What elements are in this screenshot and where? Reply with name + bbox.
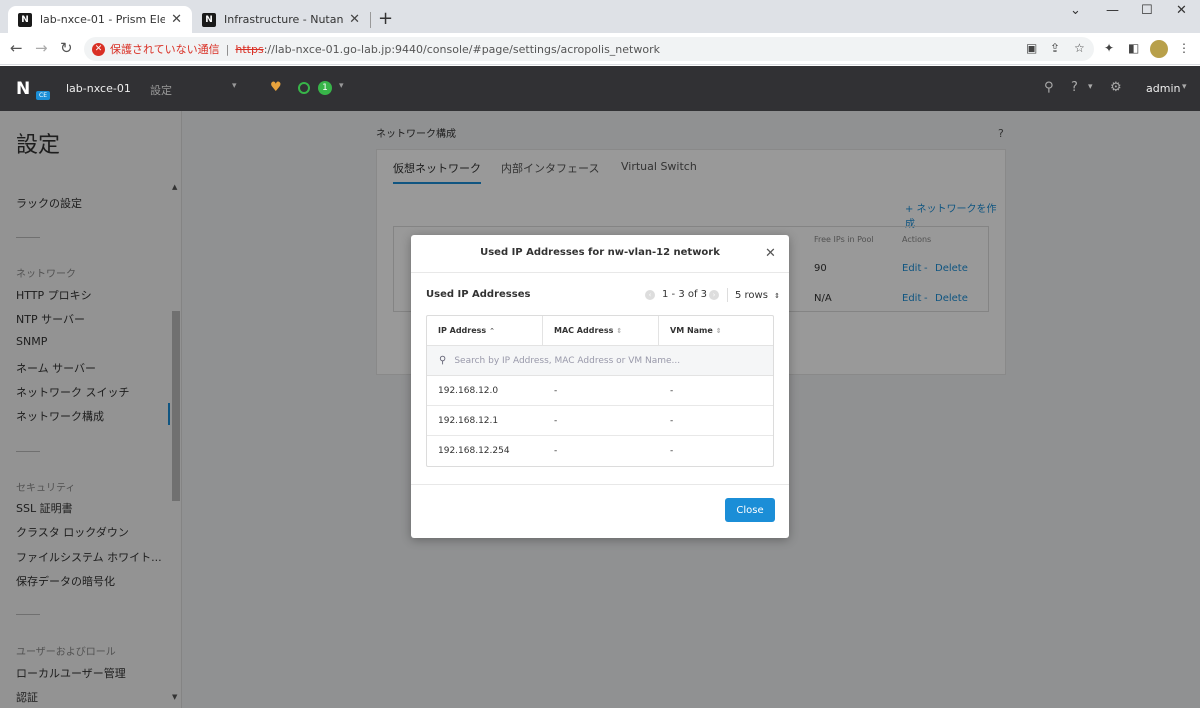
- browser-tab-strip: N lab-nxce-01 - Prism Element ✕ N Infras…: [0, 0, 1200, 33]
- nutanix-logo[interactable]: N: [16, 79, 30, 99]
- modal-divider: [411, 272, 789, 273]
- nutanix-favicon-icon: N: [202, 12, 216, 27]
- sort-icon[interactable]: ⇕: [716, 327, 722, 335]
- table-row: 192.168.12.254 - -: [427, 436, 773, 466]
- address-bar[interactable]: ✕ 保護されていない通信 | https ://lab-nxce-01.go-l…: [84, 37, 1094, 61]
- profile-avatar[interactable]: [1150, 40, 1168, 58]
- nutanix-favicon-icon: N: [18, 12, 32, 27]
- modal-title: Used IP Addresses for nw-vlan-12 network: [480, 247, 720, 258]
- sort-asc-icon[interactable]: ⌃: [489, 327, 495, 335]
- main-menu-label[interactable]: 設定: [150, 82, 172, 98]
- url-scheme: https: [235, 42, 264, 56]
- ip-cell: 192.168.12.0: [438, 386, 499, 396]
- gear-icon[interactable]: ⚙: [1110, 80, 1122, 95]
- sort-updown-icon: ⇕: [774, 292, 781, 300]
- bookmark-star-icon[interactable]: ☆: [1074, 41, 1085, 55]
- close-icon[interactable]: ✕: [765, 246, 776, 261]
- prev-page-icon[interactable]: ‹: [645, 290, 655, 300]
- close-button[interactable]: Close: [725, 498, 775, 522]
- mac-cell: -: [554, 386, 558, 396]
- table-header-row: IP Address ⌃ MAC Address ⇕ VM Name ⇕: [427, 316, 773, 346]
- search-icon[interactable]: ⚲: [1044, 80, 1054, 95]
- used-ip-table: IP Address⌃ MAC Address⇕ VM Name⇕ ⚲ 192.…: [426, 315, 774, 467]
- chevron-down-icon[interactable]: ▾: [1182, 82, 1187, 92]
- share-icon[interactable]: ⇪: [1050, 41, 1060, 55]
- column-label: IP Address: [438, 326, 487, 335]
- next-page-icon[interactable]: ›: [709, 290, 719, 300]
- reload-icon[interactable]: ↻: [60, 39, 73, 57]
- sort-icon[interactable]: ⇕: [616, 327, 622, 335]
- translate-icon[interactable]: ▣: [1026, 41, 1037, 55]
- new-tab-icon[interactable]: +: [378, 8, 393, 29]
- side-panel-icon[interactable]: ◧: [1128, 41, 1139, 55]
- chevron-down-icon[interactable]: ▾: [339, 81, 344, 91]
- column-label: MAC Address: [554, 326, 614, 335]
- url-text: ://lab-nxce-01.go-lab.jp:9440/console/#p…: [263, 42, 660, 56]
- search-icon: ⚲: [439, 355, 447, 366]
- rows-per-page-select[interactable]: 5 rows ⇕: [735, 290, 780, 301]
- not-secure-icon: ✕: [92, 42, 105, 56]
- pagination-divider: [727, 288, 728, 302]
- extensions-icon[interactable]: ✦: [1104, 41, 1114, 55]
- help-icon[interactable]: ?: [1071, 80, 1078, 95]
- browser-tab-infrastructure[interactable]: N Infrastructure - Nutanix ✕: [192, 6, 370, 33]
- close-tab-icon[interactable]: ✕: [171, 12, 182, 27]
- mac-cell: -: [554, 446, 558, 456]
- prism-header: N CE lab-nxce-01 設定 ▾ ♥ 1 ▾ ⚲ ? ▾ ⚙ admi…: [0, 66, 1200, 111]
- minimize-icon[interactable]: —: [1106, 3, 1119, 18]
- vm-cell: -: [670, 416, 674, 426]
- column-label: VM Name: [670, 326, 713, 335]
- table-row: 192.168.12.0 - -: [427, 376, 773, 406]
- column-mac-address[interactable]: MAC Address ⇕: [543, 316, 659, 346]
- table-row: 192.168.12.1 - -: [427, 406, 773, 436]
- maximize-icon[interactable]: ☐: [1141, 3, 1153, 18]
- section-title: Used IP Addresses: [426, 289, 531, 300]
- vm-cell: -: [670, 386, 674, 396]
- back-icon[interactable]: ←: [10, 39, 23, 57]
- ce-badge: CE: [36, 91, 50, 100]
- cluster-name: lab-nxce-01: [66, 82, 131, 95]
- tasks-ring-icon[interactable]: [298, 82, 310, 94]
- ip-cell: 192.168.12.254: [438, 446, 510, 456]
- mac-cell: -: [554, 416, 558, 426]
- health-heart-icon[interactable]: ♥: [270, 80, 282, 95]
- chevron-down-icon[interactable]: ▾: [1088, 82, 1093, 92]
- table-search-bar: ⚲: [427, 346, 773, 376]
- pagination-text: 1 - 3 of 3: [662, 289, 708, 300]
- url-separator: |: [225, 42, 230, 56]
- window-close-icon[interactable]: ✕: [1176, 3, 1187, 18]
- column-vm-name[interactable]: VM Name ⇕: [659, 316, 773, 346]
- used-ip-modal: Used IP Addresses for nw-vlan-12 network…: [411, 235, 789, 538]
- vm-cell: -: [670, 446, 674, 456]
- tab-title: Infrastructure - Nutanix: [224, 13, 344, 26]
- tab-title: lab-nxce-01 - Prism Element: [40, 13, 166, 26]
- chrome-menu-icon[interactable]: ⋮: [1178, 41, 1190, 55]
- modal-divider: [411, 484, 789, 485]
- browser-toolbar: ← → ↻ ✕ 保護されていない通信 | https ://lab-nxce-0…: [0, 33, 1200, 65]
- column-ip-address[interactable]: IP Address ⌃: [427, 316, 543, 346]
- alert-count-badge[interactable]: 1: [318, 81, 332, 95]
- tab-separator: [370, 12, 371, 28]
- close-tab-icon[interactable]: ✕: [349, 12, 360, 27]
- ip-cell: 192.168.12.1: [438, 416, 499, 426]
- browser-tab-prism[interactable]: N lab-nxce-01 - Prism Element ✕: [8, 6, 192, 33]
- chevron-down-icon[interactable]: ▾: [232, 81, 237, 91]
- tab-search-chevron-icon[interactable]: ⌄: [1070, 3, 1081, 18]
- search-input[interactable]: [454, 355, 755, 366]
- security-warning[interactable]: 保護されていない通信: [110, 41, 220, 57]
- rows-per-page-value: 5 rows: [735, 290, 768, 301]
- forward-icon[interactable]: →: [35, 39, 48, 57]
- user-menu[interactable]: admin: [1146, 82, 1180, 95]
